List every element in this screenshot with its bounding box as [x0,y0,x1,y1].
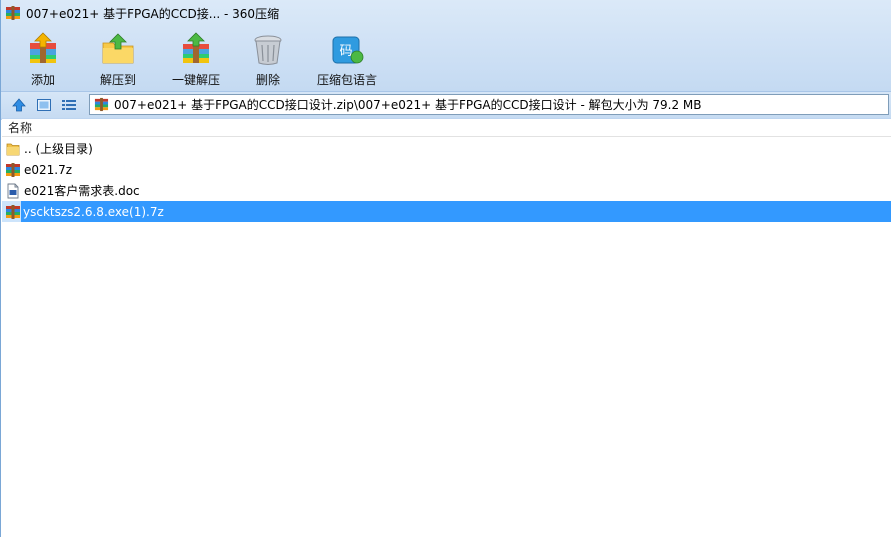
list-view-button[interactable] [58,94,80,116]
file-list: .. (上级目录) e021.7z e021客户需求表.doc yscktszs… [2,138,891,537]
view-large-icon [37,99,51,111]
list-item-name: e021客户需求表.doc [24,184,140,198]
archive-icon [6,204,20,219]
one-click-extract-icon [183,32,209,63]
list-item-document[interactable]: e021客户需求表.doc [2,180,891,201]
list-item-name: e021.7z [24,162,73,177]
one-click-extract-button[interactable]: 一键解压 [161,26,231,88]
icon-view-button[interactable] [33,94,55,116]
doc-file-icon [7,183,19,198]
address-bar[interactable]: 007+e021+ 基于FPGA的CCD接口设计.zip\007+e021+ 基… [89,94,889,115]
app-archive-icon [6,6,20,20]
folder-icon [6,143,20,155]
extract-to-icon [102,33,134,64]
add-button-label: 添加 [30,73,55,87]
add-archive-icon [30,32,56,63]
address-path: 007+e021+ 基于FPGA的CCD接口设计.zip\007+e021+ 基… [114,98,702,112]
archive-language-button-label: 压缩包语言 [316,73,377,87]
archive-language-icon-text: 码 [339,44,352,59]
delete-button[interactable]: 删除 [235,26,301,88]
extract-to-button-label: 解压到 [99,73,136,87]
add-button[interactable]: 添加 [7,26,79,88]
window-title: 007+e021+ 基于FPGA的CCD接... - 360压缩 [26,6,280,21]
delete-button-label: 删除 [255,73,280,87]
column-header-label: 名称 [8,121,33,135]
address-row: 007+e021+ 基于FPGA的CCD接口设计.zip\007+e021+ 基… [1,91,891,118]
list-item-archive[interactable]: e021.7z [2,159,891,180]
archive-language-button[interactable]: 码 压缩包语言 [309,26,385,88]
list-item-name: yscktszs2.6.8.exe(1).7z [23,204,164,219]
toolbar: 添加 解压到 一键解压 删除 码 压缩包语言 [1,26,891,90]
up-folder-button[interactable] [8,94,30,116]
list-item-archive-selected[interactable]: yscktszs2.6.8.exe(1).7z [2,201,891,222]
arrow-up-icon [12,98,26,112]
column-header-name[interactable]: 名称 [2,119,891,137]
selection-highlight: yscktszs2.6.8.exe(1).7z [21,201,891,222]
archive-language-icon: 码 [332,36,364,64]
view-list-icon [62,100,76,110]
list-item-name: .. (上级目录) [24,142,93,156]
window-chrome: 007+e021+ 基于FPGA的CCD接... - 360压缩 添加 解压到 … [1,0,891,120]
one-click-extract-button-label: 一键解压 [171,73,220,87]
app-window: 007+e021+ 基于FPGA的CCD接... - 360压缩 添加 解压到 … [0,0,891,537]
trash-icon [254,35,282,65]
archive-icon [6,162,20,177]
extract-to-button[interactable]: 解压到 [83,26,153,88]
list-item-parent-folder[interactable]: .. (上级目录) [2,138,891,159]
title-bar: 007+e021+ 基于FPGA的CCD接... - 360压缩 [1,0,891,26]
archive-icon [94,97,109,112]
